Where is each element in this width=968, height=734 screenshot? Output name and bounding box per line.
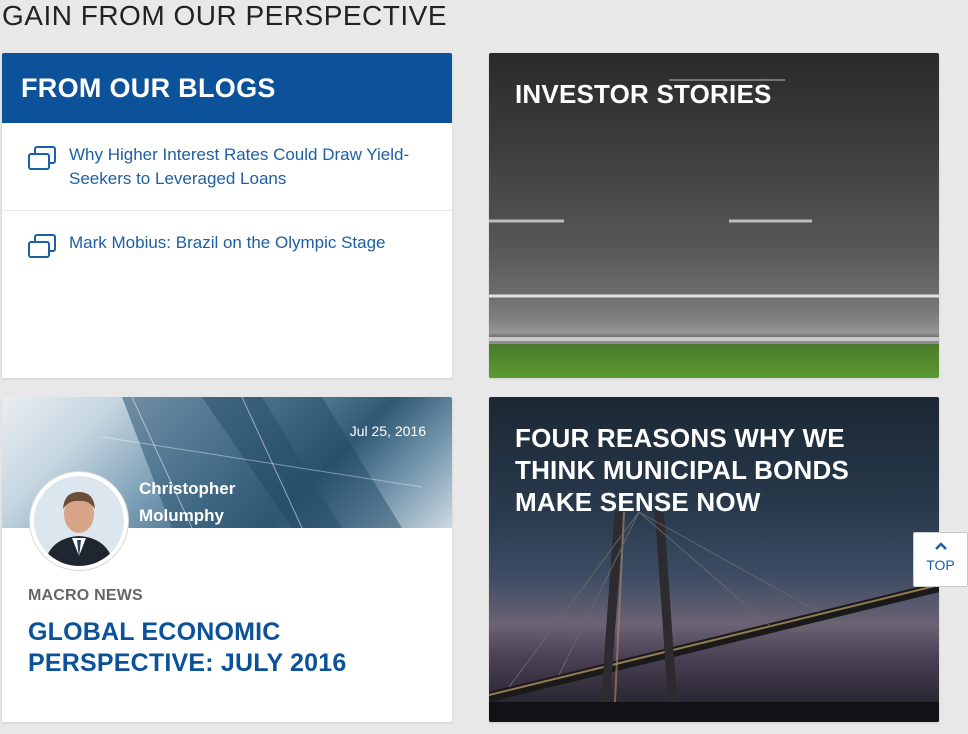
municipal-bonds-card[interactable]: FOUR REASONS WHY WE THINK MUNICIPAL BOND… xyxy=(489,397,939,722)
municipal-bonds-title: FOUR REASONS WHY WE THINK MUNICIPAL BOND… xyxy=(515,423,850,517)
article-headline[interactable]: GLOBAL ECONOMIC PERSPECTIVE: JULY 2016 xyxy=(28,617,428,679)
blog-list-item[interactable]: Mark Mobius: Brazil on the Olympic Stage xyxy=(2,211,452,279)
investor-stories-title: INVESTOR STORIES xyxy=(515,79,772,109)
blog-link[interactable]: Why Higher Interest Rates Could Draw Yie… xyxy=(69,143,432,191)
chevron-up-icon xyxy=(934,542,947,550)
blog-windows-icon xyxy=(28,234,56,258)
section-title: GAIN FROM OUR PERSPECTIVE xyxy=(2,0,447,31)
top-button-label: TOP xyxy=(926,557,955,573)
blogs-header: FROM OUR BLOGS xyxy=(2,53,452,123)
author-name: Christopher Molumphy xyxy=(139,479,236,525)
macro-news-card[interactable]: Jul 25, 2016 Christopher Molumphy MACRO … xyxy=(2,397,452,722)
blogs-card: FROM OUR BLOGS Why Higher Interest Rates… xyxy=(2,53,452,378)
post-date: Jul 25, 2016 xyxy=(349,423,426,439)
investor-stories-card[interactable]: INVESTOR STORIES xyxy=(489,53,939,378)
blog-link[interactable]: Mark Mobius: Brazil on the Olympic Stage xyxy=(69,231,386,255)
blog-windows-icon xyxy=(28,146,56,170)
category-label: MACRO NEWS xyxy=(28,587,143,604)
blog-list-item[interactable]: Why Higher Interest Rates Could Draw Yie… xyxy=(2,123,452,211)
author-avatar xyxy=(30,472,128,570)
back-to-top-button[interactable]: TOP xyxy=(913,532,968,587)
